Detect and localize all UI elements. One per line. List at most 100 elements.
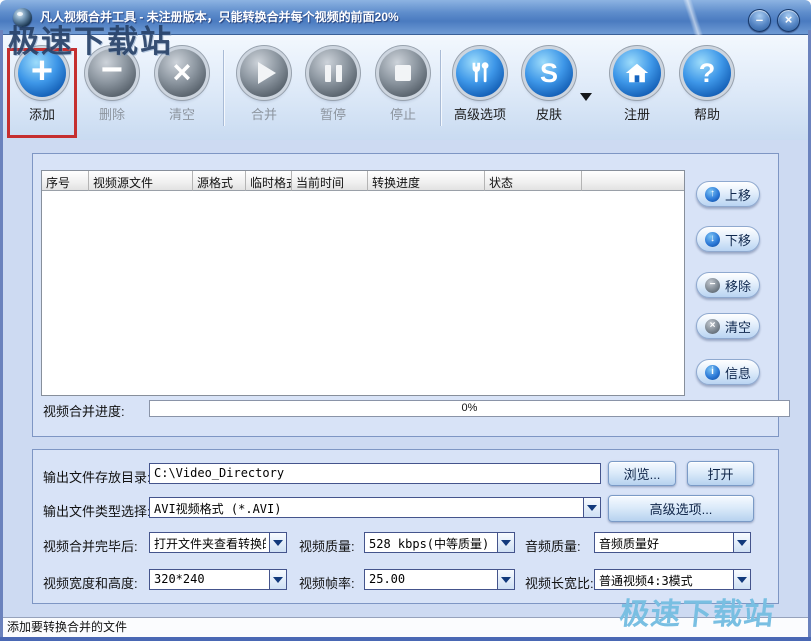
column-index[interactable]: 序号	[42, 171, 89, 191]
app-window: 凡人视频合并工具 - 未注册版本，只能转换合并每个视频的前面20% – × + …	[0, 0, 811, 641]
chevron-down-icon[interactable]	[583, 498, 600, 517]
app-icon	[13, 8, 32, 27]
video-size-label: 视频宽度和高度:	[43, 573, 138, 592]
minimize-button[interactable]: –	[748, 9, 771, 32]
column-status[interactable]: 状态	[485, 171, 582, 191]
frame-rate-label: 视频帧率:	[299, 573, 355, 592]
minus-icon: −	[88, 49, 136, 97]
move-up-button[interactable]: ↑ 上移	[696, 181, 760, 207]
advanced-options-label: 高级选项	[445, 104, 515, 123]
video-quality-value: 528 kbps(中等质量)	[369, 535, 494, 552]
add-label: 添加	[7, 104, 77, 123]
stop-label: 停止	[368, 104, 438, 123]
chevron-down-icon[interactable]	[733, 533, 750, 552]
help-button[interactable]: ? 帮助	[672, 49, 742, 123]
output-type-select[interactable]: AVI视频格式 (*.AVI)	[149, 497, 601, 518]
titlebar: 凡人视频合并工具 - 未注册版本，只能转换合并每个视频的前面20% – ×	[0, 0, 811, 35]
column-filler	[582, 171, 684, 191]
delete-label: 删除	[77, 104, 147, 123]
stop-icon	[379, 49, 427, 97]
stop-button[interactable]: 停止	[368, 49, 438, 123]
window-title: 凡人视频合并工具 - 未注册版本，只能转换合并每个视频的前面20%	[40, 0, 399, 35]
window-border	[0, 637, 811, 641]
plus-icon: +	[18, 49, 66, 97]
column-source-file[interactable]: 视频源文件	[89, 171, 193, 191]
open-button[interactable]: 打开	[687, 461, 754, 486]
status-text: 添加要转换合并的文件	[7, 620, 127, 634]
register-button[interactable]: 注册	[602, 49, 672, 123]
skin-dropdown-arrow-icon[interactable]	[580, 93, 592, 101]
cross-icon: ×	[705, 319, 720, 334]
clear-list-button[interactable]: × 清空	[696, 313, 760, 339]
move-down-label: 下移	[725, 230, 751, 249]
audio-quality-select[interactable]: 音频质量好	[594, 532, 751, 553]
after-merge-value: 打开文件夹查看转换的	[154, 535, 266, 552]
chevron-down-icon[interactable]	[497, 533, 514, 552]
home-icon	[613, 49, 661, 97]
aspect-ratio-value: 普通视频4:3模式	[599, 572, 730, 589]
audio-quality-value: 音频质量好	[599, 535, 730, 552]
chevron-down-icon[interactable]	[269, 533, 286, 552]
output-dir-label: 输出文件存放目录:	[43, 467, 151, 486]
delete-button[interactable]: − 删除	[77, 49, 147, 123]
merge-button[interactable]: 合并	[229, 49, 299, 123]
window-border	[0, 30, 3, 641]
video-quality-label: 视频质量:	[299, 536, 355, 555]
file-table-header: 序号 视频源文件 源格式 临时格式 当前时间 转换进度 状态	[42, 171, 684, 191]
toolbar-separator	[223, 50, 224, 126]
aspect-ratio-label: 视频长宽比:	[525, 573, 594, 592]
output-type-label: 输出文件类型选择:	[43, 501, 151, 520]
toolbar-separator	[440, 50, 441, 126]
remove-button[interactable]: − 移除	[696, 272, 760, 298]
skin-icon: S	[525, 49, 573, 97]
pause-button[interactable]: 暂停	[298, 49, 368, 123]
column-source-format[interactable]: 源格式	[193, 171, 246, 191]
play-icon	[240, 49, 288, 97]
merge-progress-value: 0%	[462, 402, 478, 414]
output-type-value: AVI视频格式 (*.AVI)	[154, 500, 580, 517]
question-icon: ?	[683, 49, 731, 97]
cross-icon: ×	[158, 49, 206, 97]
down-arrow-icon: ↓	[705, 232, 720, 247]
clear-button[interactable]: × 清空	[147, 49, 217, 123]
file-table[interactable]: 序号 视频源文件 源格式 临时格式 当前时间 转换进度 状态	[41, 170, 685, 396]
output-settings-panel: 输出文件存放目录: C:\Video_Directory 浏览... 打开 输出…	[32, 449, 779, 604]
register-label: 注册	[602, 104, 672, 123]
aspect-ratio-select[interactable]: 普通视频4:3模式	[594, 569, 751, 590]
skin-label: 皮肤	[514, 104, 584, 123]
move-down-button[interactable]: ↓ 下移	[696, 226, 760, 252]
advanced-options-button[interactable]: 高级选项	[445, 49, 515, 123]
column-current-time[interactable]: 当前时间	[292, 171, 368, 191]
column-progress[interactable]: 转换进度	[368, 171, 485, 191]
merge-progress-bar: 0%	[149, 400, 790, 417]
pause-icon	[309, 49, 357, 97]
column-temp-format[interactable]: 临时格式	[246, 171, 292, 191]
minus-icon: −	[705, 278, 720, 293]
chevron-down-icon[interactable]	[269, 570, 286, 589]
video-size-select[interactable]: 320*240	[149, 569, 287, 590]
after-merge-select[interactable]: 打开文件夹查看转换的	[149, 532, 287, 553]
up-arrow-icon: ↑	[705, 187, 720, 202]
merge-label: 合并	[229, 104, 299, 123]
close-button[interactable]: ×	[777, 9, 800, 32]
status-bar: 添加要转换合并的文件	[3, 617, 808, 637]
add-button[interactable]: + 添加	[7, 49, 77, 123]
video-quality-select[interactable]: 528 kbps(中等质量)	[364, 532, 515, 553]
move-up-label: 上移	[725, 185, 751, 204]
output-dir-input[interactable]: C:\Video_Directory	[149, 463, 601, 484]
toolbar: + 添加 − 删除 × 清空 合并 暂停 停止	[3, 35, 808, 140]
browse-button[interactable]: 浏览...	[608, 461, 676, 486]
chevron-down-icon[interactable]	[733, 570, 750, 589]
frame-rate-select[interactable]: 25.00	[364, 569, 515, 590]
info-button[interactable]: i 信息	[696, 359, 760, 385]
help-label: 帮助	[672, 104, 742, 123]
after-merge-label: 视频合并完毕后:	[43, 536, 138, 555]
merge-progress-label: 视频合并进度:	[43, 401, 125, 420]
frame-rate-value: 25.00	[369, 572, 494, 586]
pause-label: 暂停	[298, 104, 368, 123]
chevron-down-icon[interactable]	[497, 570, 514, 589]
advanced-settings-button[interactable]: 高级选项...	[608, 495, 754, 522]
skin-button[interactable]: S 皮肤	[514, 49, 584, 123]
info-icon: i	[705, 365, 720, 380]
window-controls: – ×	[748, 9, 800, 32]
